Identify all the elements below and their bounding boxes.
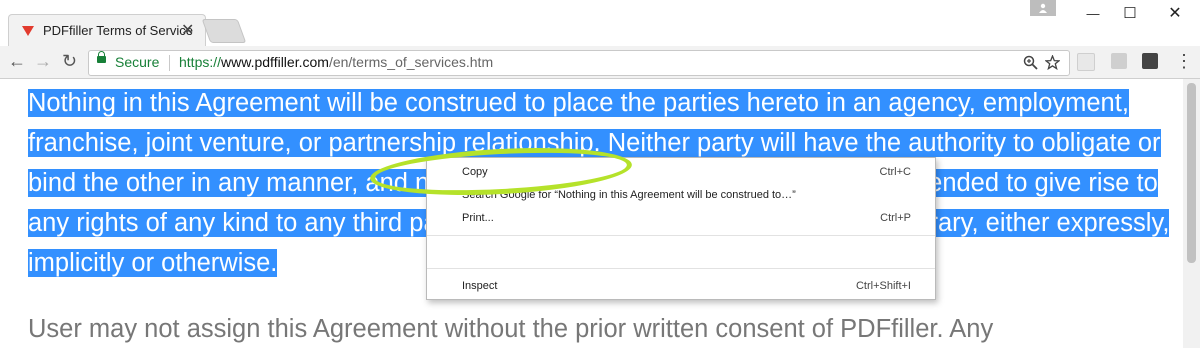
tab-close-icon[interactable]: ✕ <box>181 20 194 40</box>
paragraph-text: User may not assign this Agreement witho… <box>28 315 994 343</box>
minimize-button[interactable]: — <box>1073 0 1113 26</box>
bookmark-star-icon[interactable] <box>1045 55 1060 70</box>
chrome-menu-icon[interactable]: ⋮ <box>1175 51 1193 72</box>
menu-separator <box>427 235 935 236</box>
reload-button[interactable]: ↻ <box>62 51 77 72</box>
title-bar: PDFfiller Terms of Service ✕ — ☐ ✕ <box>0 0 1200 47</box>
browser-tab[interactable]: PDFfiller Terms of Service ✕ <box>8 14 206 47</box>
vertical-scrollbar[interactable] <box>1183 79 1200 348</box>
person-icon <box>1039 3 1047 13</box>
print-label: Print... <box>462 212 494 224</box>
context-menu-print[interactable]: Print... Ctrl+P <box>427 208 935 230</box>
scrollbar-thumb[interactable] <box>1187 83 1196 263</box>
url-path: /en/terms_of_services.htm <box>328 54 494 70</box>
copy-shortcut: Ctrl+C <box>879 166 911 178</box>
inspect-label: Inspect <box>462 280 498 292</box>
zoom-icon[interactable] <box>1023 55 1038 70</box>
url-protocol: https:// <box>179 54 222 70</box>
extension-pdffiller-icon[interactable] <box>1077 53 1095 71</box>
lock-icon <box>97 51 106 63</box>
url-host: www.pdffiller.com <box>221 54 329 70</box>
url-text[interactable]: https://www.pdffiller.com/en/terms_of_se… <box>179 54 493 70</box>
browser-toolbar: ← → ↻ Secure https://www.pdffiller.com/e… <box>0 46 1200 79</box>
secure-label[interactable]: Secure <box>115 54 159 70</box>
extension-acrobat-icon[interactable] <box>1111 53 1127 69</box>
maximize-button[interactable]: ☐ <box>1110 0 1150 26</box>
window-close-button[interactable]: ✕ <box>1155 0 1195 26</box>
extension-dots-icon[interactable] <box>1142 53 1158 69</box>
context-menu-inspect[interactable]: Inspect Ctrl+Shift+I <box>427 276 935 298</box>
forward-button[interactable]: → <box>34 51 52 72</box>
tab-title: PDFfiller Terms of Service <box>43 23 194 38</box>
omnibox-divider <box>169 55 170 71</box>
profile-button[interactable] <box>1030 0 1056 16</box>
pdffiller-logo-icon <box>22 26 34 36</box>
back-button[interactable]: ← <box>8 51 26 72</box>
inspect-shortcut: Ctrl+Shift+I <box>855 280 911 292</box>
menu-separator <box>427 268 935 269</box>
print-shortcut: Ctrl+P <box>880 212 911 224</box>
address-bar[interactable]: Secure https://www.pdffiller.com/en/term… <box>88 50 1070 76</box>
new-tab-button[interactable] <box>201 19 247 43</box>
